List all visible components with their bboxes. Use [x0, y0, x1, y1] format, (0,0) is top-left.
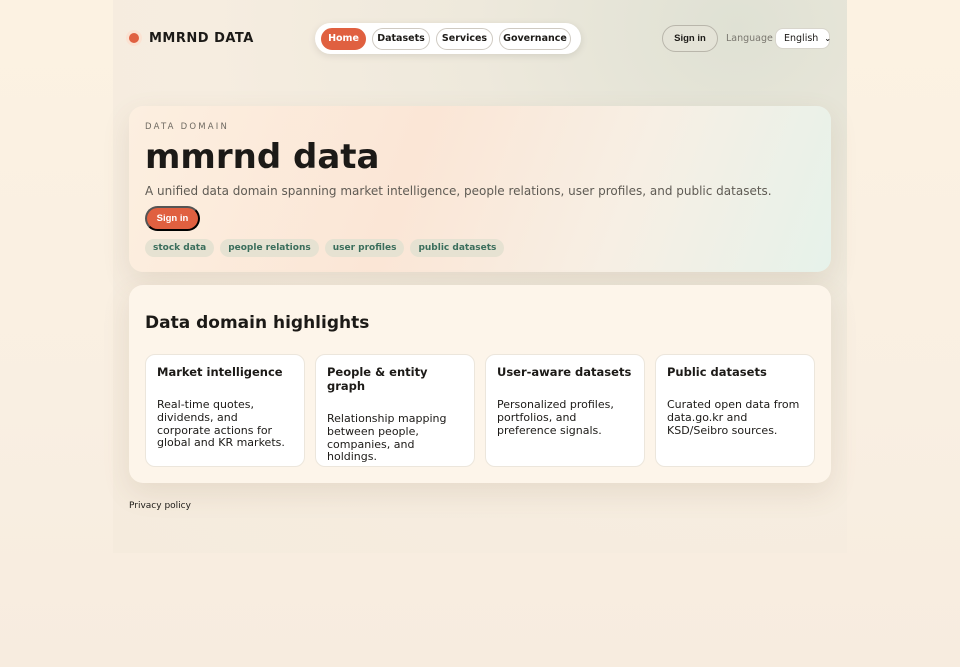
brand-logo[interactable]: MMRND DATA — [126, 30, 254, 46]
hero-card: DATA DOMAIN mmrnd data A unified data do… — [129, 106, 831, 272]
highlights-title: Data domain highlights — [145, 313, 370, 333]
hero-eyebrow: DATA DOMAIN — [145, 122, 230, 132]
card-body: Real-time quotes, dividends, and corpora… — [157, 398, 285, 450]
card-title: People & entity graph — [327, 365, 428, 393]
nav-services-button[interactable]: Services — [436, 27, 493, 50]
language-label: Language — [726, 33, 773, 44]
hero-title: mmrnd data — [145, 137, 380, 177]
hero-signin-button[interactable]: Sign in — [145, 206, 200, 231]
card-title: Public datasets — [667, 365, 767, 379]
hero-tags: stock data people relations user profile… — [145, 239, 505, 257]
card-title: User-aware datasets — [497, 365, 632, 379]
main-nav: Home Datasets Services Governance — [315, 23, 581, 54]
card-body: Relationship mapping between people, com… — [327, 412, 447, 464]
hero-subtitle: A unified data domain spanning market in… — [145, 184, 772, 198]
tag-stock-data: stock data — [145, 239, 215, 257]
language-selected-value: English — [784, 33, 819, 44]
brand-dot-icon — [126, 30, 142, 46]
chevron-down-icon: ⌄ — [824, 34, 832, 43]
highlight-card-market-intelligence: Market intelligence Real-time quotes, di… — [145, 354, 305, 467]
nav-datasets-button[interactable]: Datasets — [372, 27, 430, 50]
tag-user-profiles: user profiles — [324, 239, 405, 257]
card-body: Curated open data from data.go.kr and KS… — [667, 398, 800, 437]
highlight-card-user-aware-datasets: User-aware datasets Personalized profile… — [485, 354, 645, 467]
card-title: Market intelligence — [157, 365, 283, 379]
highlight-card-people-entity-graph: People & entity graph Relationship mappi… — [315, 354, 475, 467]
brand-name: MMRND DATA — [149, 30, 254, 46]
privacy-policy-link[interactable]: Privacy policy — [129, 501, 191, 511]
header-signin-button[interactable]: Sign in — [662, 25, 718, 52]
nav-governance-button[interactable]: Governance — [499, 27, 571, 50]
tag-public-datasets: public datasets — [410, 239, 505, 257]
tag-people-relations: people relations — [220, 239, 319, 257]
highlights-section: Data domain highlights Market intelligen… — [129, 285, 831, 483]
highlight-card-public-datasets: Public datasets Curated open data from d… — [655, 354, 815, 467]
card-body: Personalized profiles, portfolios, and p… — [497, 398, 614, 437]
language-select[interactable]: English ⌄ — [775, 28, 832, 49]
nav-home-button[interactable]: Home — [321, 27, 366, 50]
page: MMRND DATA Home Datasets Services Govern… — [0, 0, 960, 667]
highlights-cards: Market intelligence Real-time quotes, di… — [145, 354, 815, 467]
